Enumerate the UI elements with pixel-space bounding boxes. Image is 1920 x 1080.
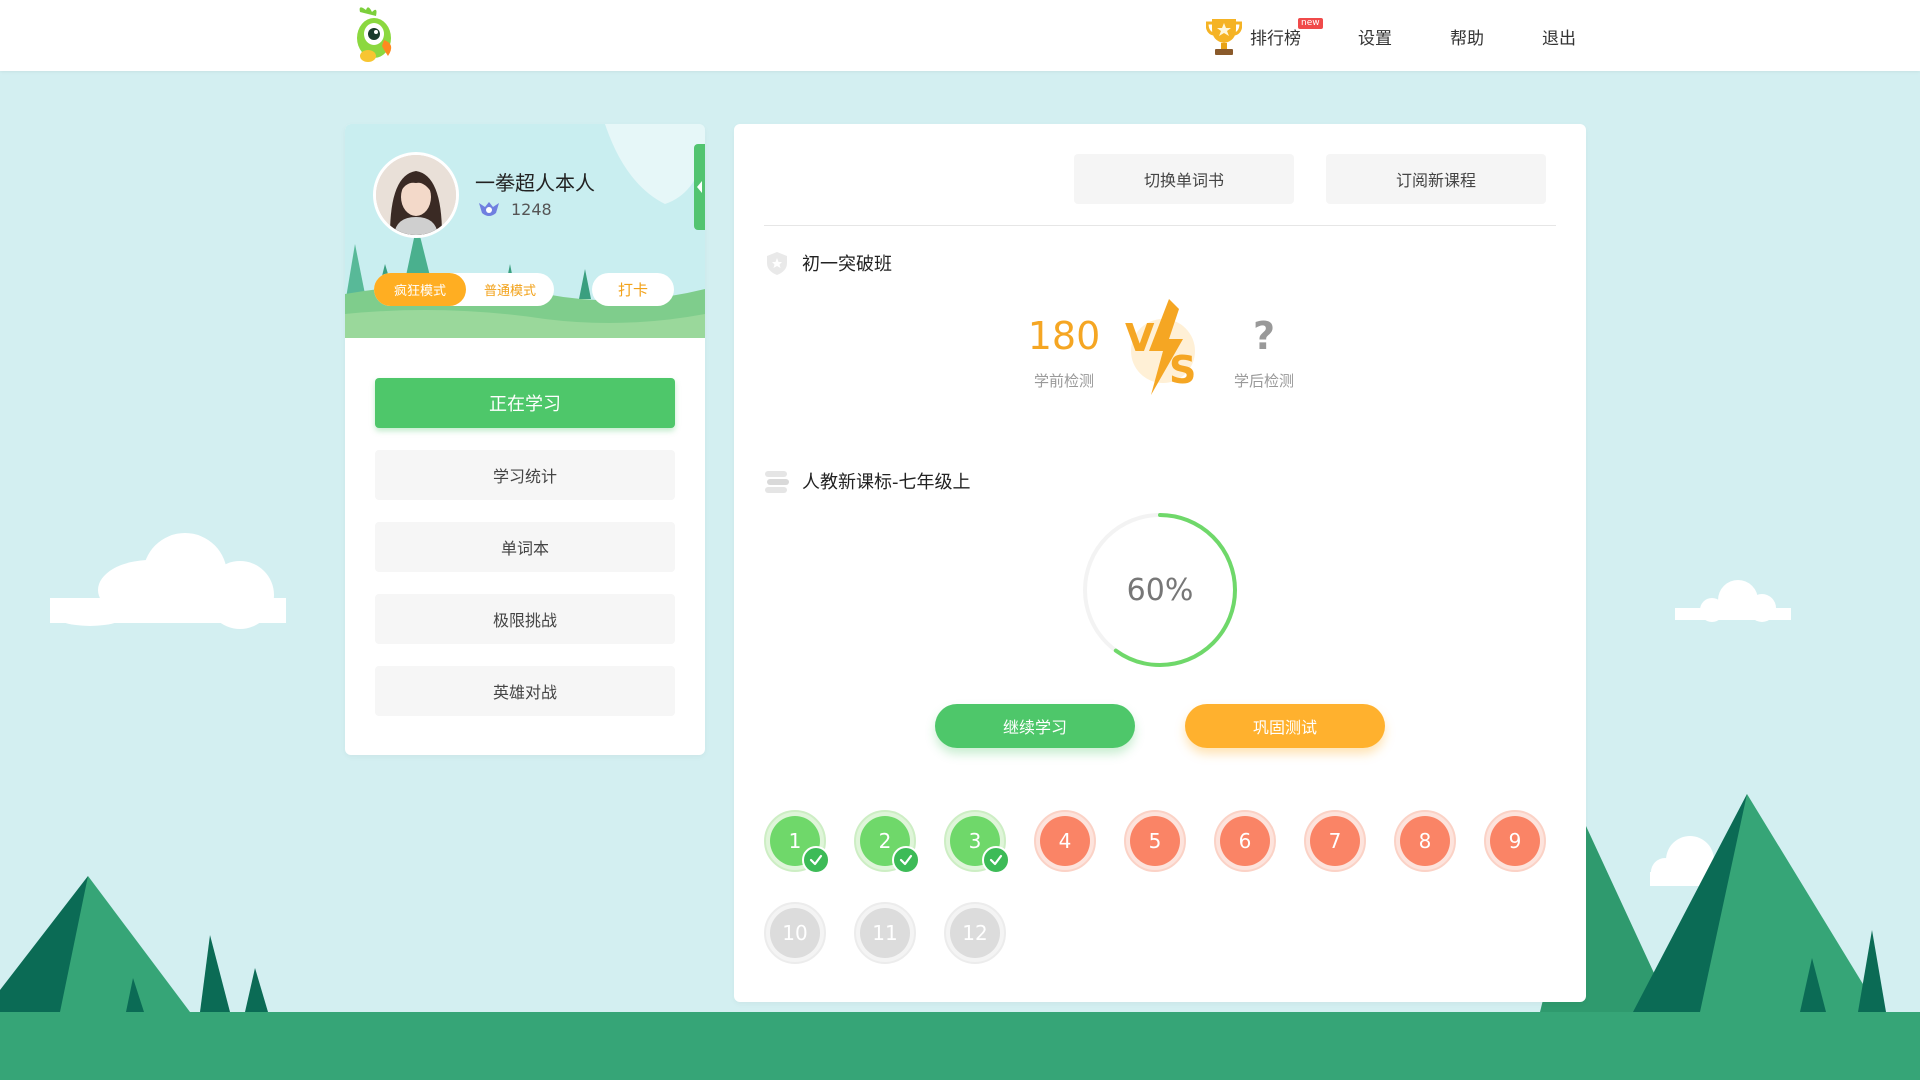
checkin-button[interactable]: 打卡	[592, 273, 674, 306]
check-icon	[892, 846, 920, 874]
tree-right-1	[1858, 930, 1886, 1012]
post-test-score: ?	[1252, 314, 1276, 358]
progress-percent: 60%	[1126, 572, 1194, 608]
pre-test-score: 180	[1027, 314, 1101, 358]
tree-left-2	[245, 968, 268, 1012]
unit-11: 11	[854, 902, 916, 964]
unit-9[interactable]: 9	[1484, 810, 1546, 872]
pre-test-label: 学前检测	[1033, 372, 1094, 390]
unit-number: 6	[1220, 816, 1270, 866]
nav-settings[interactable]: 设置	[1358, 24, 1392, 49]
vs-lightning-icon: V S	[1125, 299, 1196, 395]
unit-12: 12	[944, 902, 1006, 964]
mode-toggle: 疯狂模式 普通模式	[374, 273, 554, 306]
book-stack-icon	[765, 471, 789, 493]
score-value: 1248	[511, 200, 552, 219]
subscribe-course-button[interactable]: 订阅新课程	[1326, 154, 1546, 204]
cloud-left	[50, 533, 286, 629]
avatar[interactable]	[373, 152, 459, 238]
new-badge: new	[1298, 18, 1323, 29]
unit-number: 10	[770, 908, 820, 958]
avatar-image	[376, 155, 456, 235]
trophy-icon	[1206, 19, 1242, 55]
menu-extreme-challenge[interactable]: 极限挑战	[375, 594, 675, 644]
unit-10: 10	[764, 902, 826, 964]
unit-number: 4	[1040, 816, 1090, 866]
parrot-logo-icon[interactable]	[350, 4, 398, 68]
top-bar: 排行榜 new 设置 帮助 退出	[0, 0, 1920, 71]
nav-help[interactable]: 帮助	[1450, 24, 1484, 49]
continue-study-button[interactable]: 继续学习	[935, 704, 1135, 748]
unit-number: 8	[1400, 816, 1450, 866]
course-title: 人教新课标-七年级上	[764, 468, 971, 494]
profile-header: 一拳超人本人 1248 疯狂模式 普通模式 打卡	[345, 124, 705, 338]
unit-number: 5	[1130, 816, 1180, 866]
vs-text-v: V	[1125, 316, 1155, 360]
vs-text-s: S	[1169, 348, 1196, 392]
main-panel: 切换单词书 订阅新课程 初一突破班 180 学前检测 V S ? 学后检测 人教…	[734, 124, 1586, 1002]
mode-normal-button[interactable]: 普通模式	[466, 280, 554, 299]
unit-3[interactable]: 3	[944, 810, 1010, 874]
check-icon	[802, 846, 830, 874]
unit-5[interactable]: 5	[1124, 810, 1186, 872]
profile-panel: 一拳超人本人 1248 疯狂模式 普通模式 打卡 正在学习 学习统计 单词本 极…	[345, 124, 705, 755]
class-title: 初一突破班	[764, 250, 892, 276]
unit-number: 12	[950, 908, 1000, 958]
score: 1248	[477, 200, 552, 219]
course-title-text: 人教新课标-七年级上	[802, 472, 971, 493]
check-icon	[982, 846, 1010, 874]
menu-hero-battle[interactable]: 英雄对战	[375, 666, 675, 716]
mode-crazy-button[interactable]: 疯狂模式	[374, 273, 466, 306]
post-test-label: 学后检测	[1233, 372, 1294, 390]
menu-studying[interactable]: 正在学习	[375, 378, 675, 428]
rank-badge-icon	[479, 201, 499, 216]
unit-8[interactable]: 8	[1394, 810, 1456, 872]
unit-2[interactable]: 2	[854, 810, 920, 874]
tree-left-1	[200, 935, 230, 1012]
unit-4[interactable]: 4	[1034, 810, 1096, 872]
username: 一拳超人本人	[475, 171, 595, 195]
shield-icon	[767, 252, 787, 275]
cloud-right	[1675, 580, 1791, 622]
divider	[764, 225, 1556, 226]
unit-7[interactable]: 7	[1304, 810, 1366, 872]
switch-wordbook-button[interactable]: 切换单词书	[1074, 154, 1294, 204]
unit-6[interactable]: 6	[1214, 810, 1276, 872]
unit-number: 7	[1310, 816, 1360, 866]
unit-number: 11	[860, 908, 910, 958]
mountain-right-light	[1700, 794, 1880, 1012]
chevron-left-icon	[697, 181, 702, 193]
nav-leaderboard-label: 排行榜	[1250, 28, 1301, 49]
class-title-text: 初一突破班	[802, 254, 892, 275]
menu-wordbook[interactable]: 单词本	[375, 522, 675, 572]
menu-study-stats[interactable]: 学习统计	[375, 450, 675, 500]
consolidation-test-button[interactable]: 巩固测试	[1185, 704, 1385, 748]
collapse-panel-tab[interactable]	[694, 144, 705, 230]
nav-leaderboard[interactable]: 排行榜 new	[1206, 14, 1323, 58]
nav-logout[interactable]: 退出	[1542, 24, 1576, 49]
unit-number: 9	[1490, 816, 1540, 866]
ground	[0, 1012, 1920, 1080]
unit-1[interactable]: 1	[764, 810, 830, 874]
